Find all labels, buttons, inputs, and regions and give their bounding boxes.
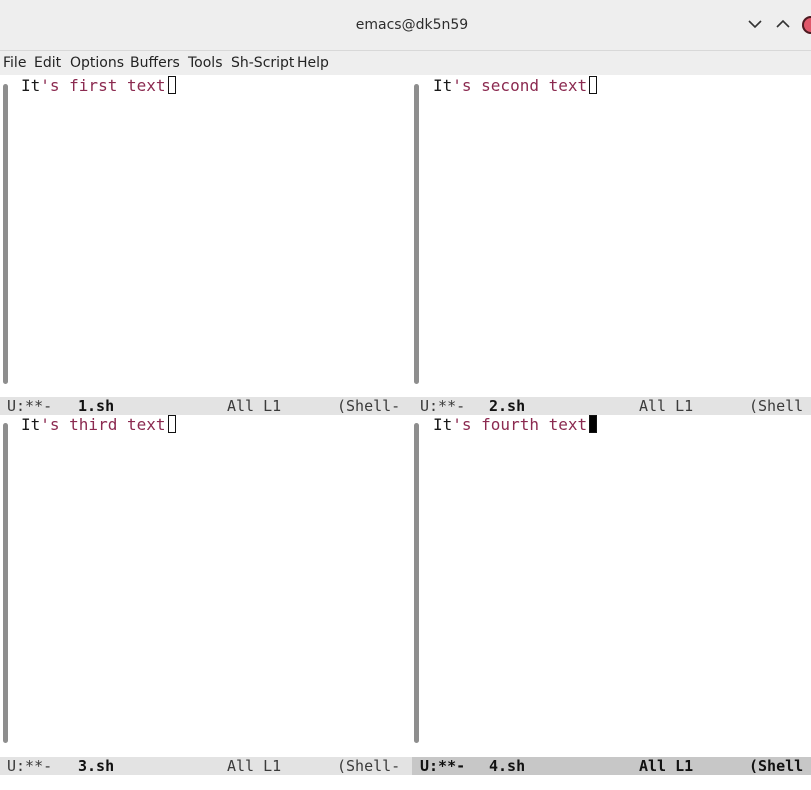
text-cursor — [167, 415, 176, 433]
buffer-text-line[interactable]: It's second text — [433, 76, 598, 96]
buffer-text-line[interactable]: It's third text — [21, 415, 176, 435]
menu-help[interactable]: Help — [297, 55, 329, 71]
mode-line-4[interactable]: U:**- 4.sh All L1 (Shell — [412, 757, 811, 775]
major-mode[interactable]: (Shell — [749, 397, 803, 415]
buffer-name[interactable]: 4.sh — [489, 757, 525, 775]
text-cursor — [167, 76, 176, 94]
editor-window-2[interactable]: It's second text — [412, 76, 811, 397]
menu-options[interactable]: Options — [70, 55, 124, 71]
menu-edit[interactable]: Edit — [34, 55, 61, 71]
scrollbar[interactable] — [414, 423, 419, 743]
mode-line-3[interactable]: U:**- 3.sh All L1 (Shell- — [0, 757, 412, 775]
menu-bar: File Edit Options Buffers Tools Sh-Scrip… — [0, 51, 811, 75]
menu-file[interactable]: File — [3, 55, 26, 71]
echo-area[interactable] — [0, 776, 811, 790]
chevron-down-icon[interactable] — [745, 14, 765, 34]
scrollbar[interactable] — [3, 423, 8, 743]
mode-line-1[interactable]: U:**- 1.sh All L1 (Shell- — [0, 397, 412, 415]
scrollbar[interactable] — [414, 84, 419, 384]
menu-buffers[interactable]: Buffers — [130, 55, 180, 71]
editor-window-3[interactable]: It's third text — [0, 415, 412, 757]
major-mode[interactable]: (Shell — [749, 757, 803, 775]
scrollbar[interactable] — [3, 84, 8, 384]
major-mode[interactable]: (Shell- — [337, 397, 400, 415]
title-bar: emacs@dk5n59 — [0, 0, 811, 51]
buffer-name[interactable]: 2.sh — [489, 397, 525, 415]
chevron-up-icon[interactable] — [773, 14, 793, 34]
buffer-text-line[interactable]: It's fourth text — [433, 415, 598, 435]
buffer-name[interactable]: 1.sh — [78, 397, 114, 415]
major-mode[interactable]: (Shell- — [337, 757, 400, 775]
buffer-name[interactable]: 3.sh — [78, 757, 114, 775]
window-title: emacs@dk5n59 — [355, 17, 469, 33]
editor-window-1[interactable]: It's first text — [0, 76, 412, 397]
text-cursor — [589, 415, 598, 433]
text-cursor — [589, 76, 598, 94]
buffer-text-line[interactable]: It's first text — [21, 76, 176, 96]
menu-tools[interactable]: Tools — [188, 55, 223, 71]
menu-sh-script[interactable]: Sh-Script — [231, 55, 294, 71]
editor-window-4[interactable]: It's fourth text — [412, 415, 811, 757]
mode-line-2[interactable]: U:**- 2.sh All L1 (Shell — [412, 397, 811, 415]
